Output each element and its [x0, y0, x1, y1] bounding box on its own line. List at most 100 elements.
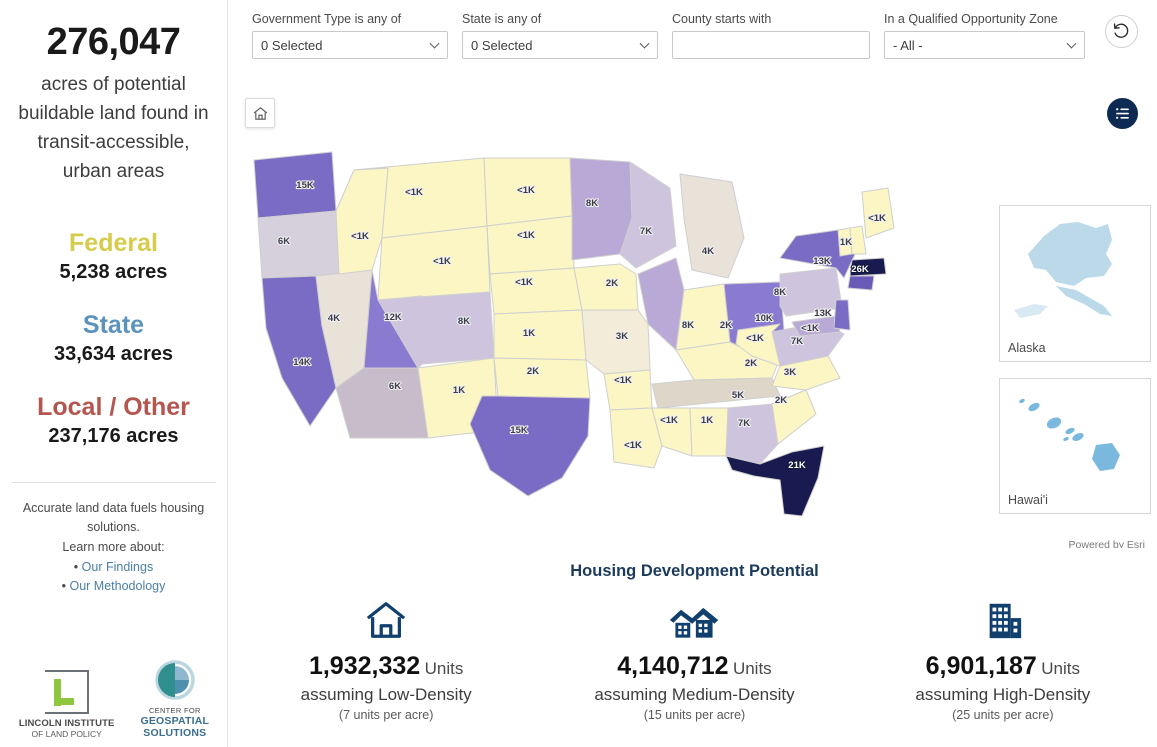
legend-list-icon	[1116, 108, 1129, 119]
metric-low-density-assumption: assuming Low-Density	[300, 685, 472, 704]
state-shape-ok	[493, 357, 591, 399]
map-label-wv: <1K	[746, 333, 764, 344]
map-label-in: 2K	[720, 320, 732, 331]
cgs-logo-line1: CENTER FOR	[148, 706, 201, 715]
map-label-ca: 14K	[293, 357, 311, 368]
state-shape-ne	[489, 267, 583, 315]
lincoln-institute-logo: LINCOLN INSTITUTE OF LAND POLICY	[19, 670, 115, 739]
map-label-nd: <1K	[517, 185, 535, 196]
metric-row: 1,932,332 Units assuming Low-Density (7 …	[232, 597, 1157, 722]
chevron-down-icon	[639, 38, 650, 49]
dashboard-root: 276,047 acres of potential buildable lan…	[0, 0, 1157, 747]
map-home-button[interactable]	[245, 98, 275, 128]
category-state-title: State	[82, 311, 145, 340]
state-shape-wa	[253, 151, 337, 219]
state-shape-nh	[849, 225, 867, 255]
map-label-ar: <1K	[614, 375, 632, 386]
state-shape-ct-ri	[847, 275, 875, 291]
map-label-nm: 1K	[453, 385, 465, 396]
filter-county: County starts with	[672, 12, 870, 59]
map-label-ia: 2K	[606, 278, 618, 289]
filter-county-input-wrap[interactable]	[672, 31, 870, 59]
inset-alaska[interactable]: Alaska	[999, 205, 1151, 362]
map-label-ut: 12K	[384, 312, 402, 323]
filter-government-type: Government Type is any of 0 Selected	[252, 12, 448, 59]
state-shape-az	[335, 367, 429, 439]
metric-high-density-assumption: assuming High-Density	[915, 685, 1091, 704]
inset-hawaii-label: Hawai'i	[1008, 493, 1048, 507]
list-item: Our Findings	[14, 558, 213, 577]
category-local-other-title: Local / Other	[37, 393, 190, 422]
state-shape-nj	[833, 299, 851, 331]
metric-medium-density-assumption: assuming Medium-Density	[594, 685, 795, 704]
metric-medium-density-units: Units	[732, 659, 772, 678]
metric-high-density-rate: (25 units per acre)	[952, 708, 1054, 722]
metric-medium-density-value: 4,140,712 Units	[540, 652, 848, 681]
state-shape-tn	[651, 377, 781, 409]
cgs-logo-line2: GEOSPATIAL	[140, 715, 210, 727]
filter-county-label: County starts with	[672, 12, 772, 26]
metric-low-density-rate: (7 units per acre)	[338, 708, 434, 722]
house-icon	[232, 597, 540, 643]
inset-alaska-label: Alaska	[1008, 341, 1046, 355]
filter-state: State is any of 0 Selected	[462, 12, 658, 59]
promo-line-2: Learn more about:	[62, 539, 165, 554]
inset-hawaii[interactable]: Hawai'i	[999, 378, 1151, 514]
filter-qoz-value: - All -	[893, 37, 923, 53]
category-local-other-value: 237,176 acres	[48, 425, 179, 448]
cgs-logo-line3: SOLUTIONS	[143, 727, 207, 739]
filter-government-type-select[interactable]: 0 Selected	[252, 31, 448, 59]
map-label-md: <1K	[801, 323, 819, 334]
map-label-oh: 10K	[755, 313, 773, 324]
map-label-ok: 2K	[527, 366, 539, 377]
metrics-title: Housing Development Potential	[570, 562, 819, 580]
metric-high-density-value: 6,901,187 Units	[849, 652, 1157, 681]
logo-row: LINCOLN INSTITUTE OF LAND POLICY CENTER …	[0, 657, 228, 739]
list-item: Our Methodology	[14, 577, 213, 596]
map-label-ny: 13K	[813, 256, 831, 267]
map-label-or: 6K	[278, 236, 290, 247]
map-label-wi: 7K	[640, 226, 652, 237]
map-label-al: 1K	[701, 415, 713, 426]
map-label-va: 7K	[791, 336, 803, 347]
map-label-la: <1K	[624, 440, 642, 451]
reset-filters-button[interactable]	[1105, 15, 1138, 48]
link-our-findings[interactable]: Our Findings	[82, 560, 154, 574]
map-legend-button[interactable]	[1107, 98, 1138, 129]
reset-icon	[1113, 23, 1129, 38]
map-label-wa: 15K	[296, 180, 314, 191]
metric-medium-density-number: 4,140,712	[617, 652, 729, 680]
metric-low-density-value: 1,932,332 Units	[232, 652, 540, 681]
metric-medium-density: 4,140,712 Units assuming Medium-Density …	[540, 597, 848, 722]
map-label-tn: 5K	[732, 390, 744, 401]
category-federal: Federal 5,238 acres	[0, 228, 227, 284]
lincoln-mark-icon	[44, 670, 89, 714]
state-shape-mo	[581, 309, 651, 375]
total-acres-description: acres of potential buildable land found …	[18, 73, 209, 182]
state-shape-mi	[679, 173, 745, 279]
filter-state-value: 0 Selected	[471, 37, 533, 53]
state-shape-pa	[779, 267, 843, 317]
map-label-nv: 4K	[328, 313, 340, 324]
filter-qoz: In a Qualified Opportunity Zone - All -	[884, 12, 1085, 59]
map-label-wy: <1K	[433, 256, 451, 267]
lincoln-logo-sub: OF LAND POLICY	[31, 729, 102, 739]
map-label-me: <1K	[868, 213, 886, 224]
link-our-methodology[interactable]: Our Methodology	[69, 579, 165, 593]
filter-government-type-value: 0 Selected	[261, 37, 323, 53]
filter-state-select[interactable]: 0 Selected	[462, 31, 658, 59]
map-label-vt: 1K	[840, 237, 852, 248]
map-label-pa: 8K	[774, 287, 786, 298]
category-federal-value: 5,238 acres	[59, 261, 168, 284]
map-label-fl: 21K	[788, 460, 806, 471]
map-label-ne: <1K	[515, 277, 533, 288]
map-label-nj: 13K	[814, 308, 832, 319]
state-shape-ks	[493, 309, 587, 361]
map-panel[interactable]: 15K 6K 14K 4K <1K <1K <1K 12K 6K 8K 1K <1K <1K <1K 1K 2…	[232, 78, 1157, 548]
map-label-id: <1K	[351, 231, 369, 242]
filter-qoz-select[interactable]: - All -	[884, 31, 1085, 59]
metric-low-density: 1,932,332 Units assuming Low-Density (7 …	[232, 597, 540, 722]
building-icon	[849, 597, 1157, 643]
lincoln-logo-name: LINCOLN INSTITUTE	[18, 718, 115, 729]
state-shape-ga	[725, 403, 779, 465]
